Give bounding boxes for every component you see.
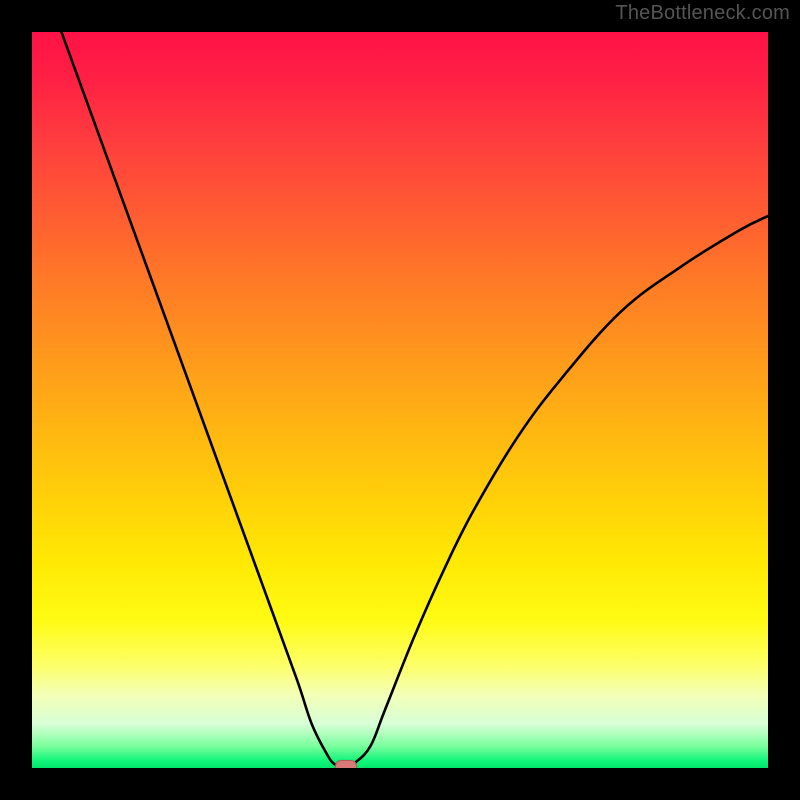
watermark-text: TheBottleneck.com [615,2,790,25]
plot-area [32,32,768,768]
bottleneck-curve [61,32,768,766]
chart-container: TheBottleneck.com [0,0,800,800]
curve-svg [32,32,768,768]
minimum-marker [335,760,357,768]
